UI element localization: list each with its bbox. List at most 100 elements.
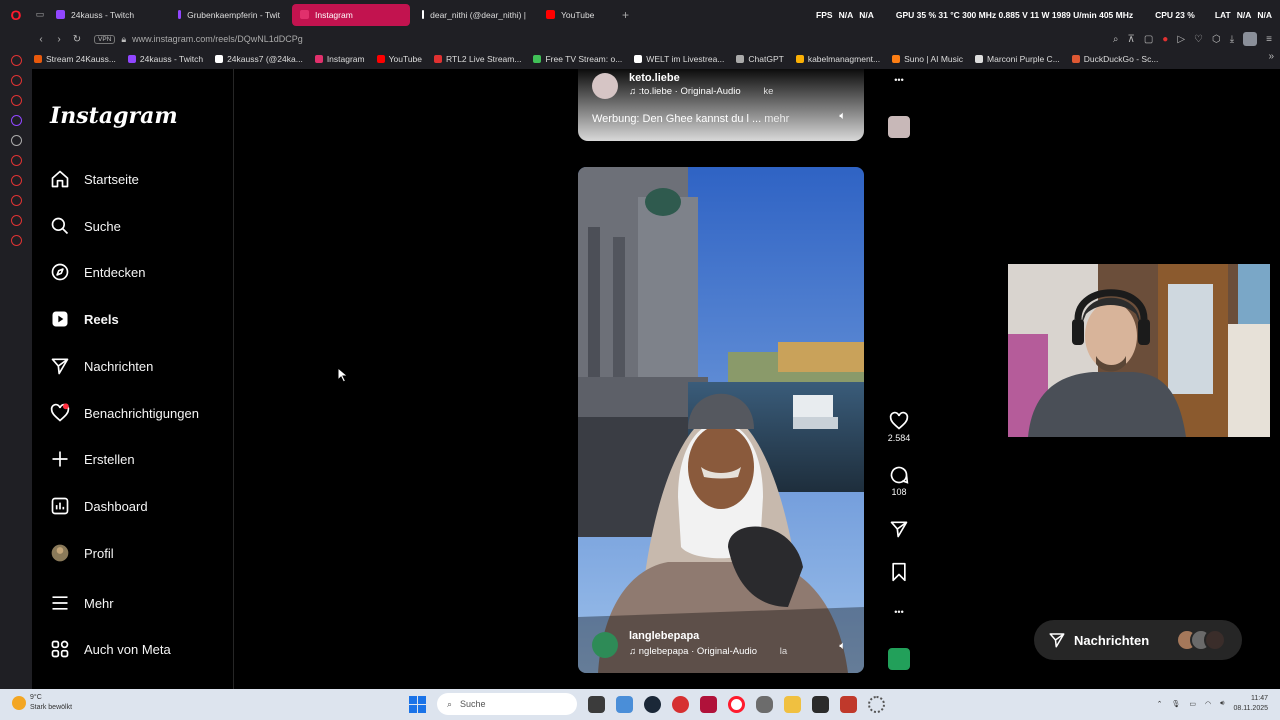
bookmark-item[interactable]: Instagram — [314, 54, 365, 64]
bookmark-item[interactable]: YouTube — [376, 54, 422, 64]
monitor-app-icon[interactable] — [812, 695, 829, 713]
browser-tab[interactable]: dear_nithi (@dear_nithi) | — [414, 4, 534, 26]
bookmark-item[interactable]: 24kauss - Twitch — [127, 54, 203, 64]
bookmark-item[interactable]: Free TV Stream: o... — [533, 54, 622, 64]
instagram-logo[interactable]: Instagram — [50, 103, 178, 129]
clock[interactable]: 11:47 08.11.2025 — [1233, 694, 1268, 714]
file-explorer-icon[interactable] — [784, 695, 801, 713]
share-button[interactable] — [884, 519, 914, 539]
browser-tab[interactable]: YouTube — [538, 4, 608, 26]
nav-item-nachrichten[interactable]: Nachrichten — [50, 354, 153, 378]
new-tab-button[interactable]: + — [622, 8, 629, 22]
sidebar-clock-icon[interactable] — [10, 195, 22, 206]
nav-item-auch-von-meta[interactable]: Auch von Meta — [50, 637, 171, 661]
scrollbar[interactable] — [1270, 69, 1280, 689]
reel-caption-more-link[interactable]: mehr — [764, 113, 789, 125]
pin-icon[interactable]: ⊼ — [1128, 34, 1135, 45]
reel-audio[interactable]: ♫ :to.liebe · Original-Audio ke — [629, 86, 773, 97]
play-icon[interactable]: ▷ — [1177, 34, 1185, 45]
bookmarks-overflow-icon[interactable]: » — [1268, 51, 1274, 62]
bookmark-item[interactable]: Marconi Purple C... — [975, 54, 1060, 64]
sidebar-tiktok-icon[interactable] — [10, 135, 22, 146]
mouse-app-icon[interactable] — [756, 695, 773, 713]
nav-item-suche[interactable]: Suche — [50, 214, 121, 238]
browser-tab[interactable]: 24kauss - Twitch — [48, 4, 166, 26]
sidebar-aria-icon[interactable] — [10, 55, 22, 66]
reload-icon[interactable]: ↻ — [68, 34, 86, 45]
nav-item-startseite[interactable]: Startseite — [50, 167, 139, 191]
profile-avatar[interactable] — [1243, 32, 1258, 46]
browser-tab[interactable]: Grubenkaempferin - Twit — [170, 4, 288, 26]
volume-icon[interactable]: 🔈︎ — [839, 110, 846, 123]
video-app-icon[interactable] — [840, 695, 857, 713]
more-options-icon[interactable]: ••• — [884, 607, 914, 617]
sidebar-youtube-icon[interactable] — [10, 155, 22, 166]
sidebar-twitch-icon[interactable] — [10, 115, 22, 126]
messages-pill-button[interactable]: Nachrichten — [1034, 620, 1242, 660]
zoom-icon[interactable]: ⌕ — [1113, 34, 1119, 45]
sidebar-history-icon[interactable] — [10, 175, 22, 186]
nav-item-reels[interactable]: Reels — [50, 307, 119, 331]
windows-start-icon[interactable] — [409, 695, 426, 713]
bookmark-item[interactable]: RTL2 Live Stream... — [434, 54, 521, 64]
sidebar-settings-icon[interactable] — [10, 235, 22, 246]
bookmark-item[interactable]: 24kauss7 (@24ka... — [215, 54, 303, 64]
snapshot-icon[interactable]: ▢ — [1144, 34, 1153, 45]
reel-username[interactable]: langlebepapa — [629, 630, 699, 642]
more-options-icon[interactable]: ••• — [884, 75, 914, 85]
network-icon[interactable]: ◠ — [1205, 700, 1211, 708]
bookmark-item[interactable]: WELT im Livestrea... — [634, 54, 724, 64]
calculator-icon[interactable] — [616, 695, 633, 713]
like-button[interactable]: 2.584 — [884, 411, 914, 443]
download-icon[interactable]: ⤓ — [1230, 34, 1234, 45]
tab-overview-icon[interactable]: ▭ — [32, 9, 48, 20]
bookmark-item[interactable]: Suno | AI Music — [892, 54, 963, 64]
heart-icon[interactable]: ♡ — [1194, 34, 1203, 45]
sidebar-messenger-icon[interactable] — [10, 75, 22, 86]
opera-icon[interactable] — [728, 695, 745, 713]
reel-current[interactable]: langlebepapa ♫ nglebepapa · Original-Aud… — [578, 167, 864, 673]
audio-thumbnail[interactable] — [888, 116, 910, 138]
extensions-icon[interactable]: ⬡ — [1212, 34, 1221, 45]
nav-item-dashboard[interactable]: Dashboard — [50, 494, 148, 518]
nav-item-entdecken[interactable]: Entdecken — [50, 260, 145, 284]
nav-item-profil[interactable]: Profil — [50, 541, 114, 565]
vpn-badge[interactable]: VPN — [94, 34, 116, 44]
nav-item-benachrichtigungen[interactable]: Benachrichtigungen — [50, 401, 199, 425]
record-icon[interactable]: ● — [1162, 34, 1168, 45]
sidebar-music-icon[interactable] — [10, 95, 22, 106]
opera-logo-icon[interactable]: O — [0, 0, 32, 29]
back-icon[interactable]: ‹ — [32, 34, 50, 45]
bookmark-item[interactable]: ChatGPT — [736, 54, 784, 64]
reel-username[interactable]: keto.liebe — [629, 72, 680, 84]
chevron-up-icon[interactable]: ⌃ — [1157, 700, 1163, 708]
volume-icon[interactable]: 🔊︎ — [1220, 700, 1224, 708]
nav-item-mehr[interactable]: Mehr — [50, 591, 114, 615]
reel-author-avatar[interactable] — [592, 632, 618, 658]
obs-icon[interactable] — [700, 695, 717, 713]
reel-audio[interactable]: ♫ nglebepapa · Original-Audio la — [629, 646, 787, 657]
display-icon[interactable]: ▭ — [1189, 700, 1196, 708]
nav-item-erstellen[interactable]: Erstellen — [50, 447, 135, 471]
reel-author-avatar[interactable] — [592, 73, 618, 99]
task-view-icon[interactable] — [588, 695, 605, 713]
reel-previous[interactable]: keto.liebe ♫ :to.liebe · Original-Audio … — [578, 69, 864, 141]
browser-tab[interactable]: Instagram — [292, 3, 410, 26]
steam-icon[interactable] — [644, 695, 661, 713]
url-field[interactable]: www.instagram.com/reels/DQwNL1dDCPg — [132, 34, 303, 44]
reel-video[interactable] — [578, 167, 864, 673]
menu-icon[interactable]: ≡ — [1266, 34, 1272, 45]
sidebar-extensions-icon[interactable] — [10, 215, 22, 226]
save-button[interactable] — [884, 562, 914, 582]
bookmark-item[interactable]: DuckDuckGo - Sc... — [1071, 54, 1158, 64]
audio-thumbnail[interactable] — [888, 648, 910, 670]
bookmark-item[interactable]: kabelmanagment... — [795, 54, 880, 64]
comment-button[interactable]: 108 — [884, 465, 914, 497]
bookmark-item[interactable]: Stream 24Kauss... — [34, 54, 116, 64]
red-app-icon[interactable] — [672, 695, 689, 713]
forward-icon[interactable]: › — [50, 34, 68, 45]
microphone-icon[interactable]: 🎙︎ — [1171, 700, 1180, 708]
weather-widget[interactable]: 9°C Stark bewölkt — [12, 693, 72, 713]
volume-icon[interactable]: 🔈︎ — [839, 640, 846, 653]
taskbar-search[interactable]: ⌕ Suche — [437, 693, 577, 715]
